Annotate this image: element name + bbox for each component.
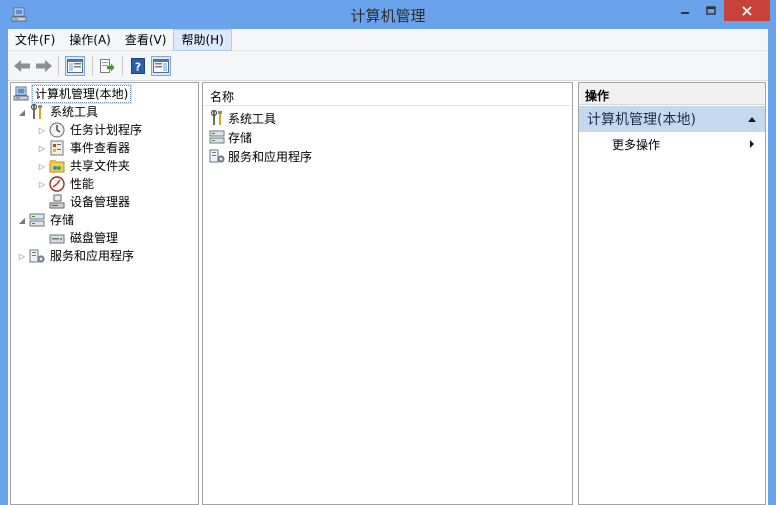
collapse-triangle-icon[interactable]: ◢: [17, 211, 27, 229]
menu-help[interactable]: 帮助(H): [173, 29, 232, 51]
list-item[interactable]: 服务和应用程序: [209, 147, 312, 165]
list-item-label: 存储: [228, 130, 253, 145]
tree-label: 系统工具: [50, 105, 99, 119]
tree-item-root[interactable]: 计算机管理(本地): [13, 84, 133, 104]
help-button[interactable]: ?: [128, 56, 148, 76]
back-button[interactable]: [12, 56, 32, 76]
action-pane-icon: [153, 59, 169, 73]
expand-triangle-icon[interactable]: ▷: [37, 121, 47, 139]
expand-triangle-icon[interactable]: ▷: [37, 175, 47, 193]
maximize-icon: [706, 5, 716, 15]
tree-item-event-viewer[interactable]: ▷ 事件查看器: [37, 139, 132, 157]
expand-triangle-icon[interactable]: ▷: [17, 247, 27, 265]
show-hide-action-pane-button[interactable]: [151, 56, 171, 76]
show-hide-tree-button[interactable]: [65, 56, 85, 76]
submenu-arrow-icon: [750, 140, 754, 148]
tree-label: 磁盘管理: [70, 231, 119, 245]
list-item[interactable]: 存储: [209, 128, 252, 146]
forward-button[interactable]: [34, 56, 54, 76]
performance-icon: [49, 176, 65, 192]
expand-triangle-icon[interactable]: ▷: [37, 157, 47, 175]
device-manager-icon: [49, 194, 65, 210]
help-icon: ?: [131, 58, 145, 74]
expand-triangle-icon[interactable]: ▷: [37, 139, 47, 157]
actions-header: 操作: [579, 83, 765, 105]
event-viewer-icon: [49, 140, 65, 156]
tree-label: 共享文件夹: [70, 159, 131, 173]
computer-management-window: 计算机管理 文件(F) 操作(A) 查看(V) 帮助(H) ? 计算机管理(本地…: [0, 0, 776, 505]
services-icon: [209, 148, 225, 164]
toolbar-separator: [122, 56, 123, 76]
client-area: 文件(F) 操作(A) 查看(V) 帮助(H) ? 计算机管理(本地) ◢ 系统…: [8, 29, 768, 505]
collapse-up-icon: [748, 117, 756, 122]
toolbar-separator: [58, 56, 59, 76]
maximize-button[interactable]: [698, 0, 724, 21]
tree-item-shared-folders[interactable]: ▷ 共享文件夹: [37, 157, 132, 175]
tree-item-device-manager[interactable]: 设备管理器: [47, 193, 132, 211]
tree-item-performance[interactable]: ▷ 性能: [37, 175, 96, 193]
tree-label: 任务计划程序: [70, 123, 143, 137]
content-list[interactable]: 名称 系统工具 存储 服务和应用程序: [202, 82, 573, 505]
tree-label: 存储: [50, 213, 75, 227]
menu-file[interactable]: 文件(F): [8, 29, 62, 51]
more-actions-label: 更多操作: [612, 137, 661, 152]
tree-label: 设备管理器: [70, 195, 131, 209]
toolbar: ?: [8, 51, 768, 81]
storage-icon: [29, 212, 45, 228]
tree-item-storage[interactable]: ◢ 存储: [17, 211, 76, 229]
column-header-name[interactable]: 名称: [203, 83, 572, 106]
list-item-label: 系统工具: [228, 111, 277, 126]
computer-management-icon: [13, 86, 29, 102]
export-list-button[interactable]: [97, 56, 117, 76]
tools-icon: [209, 109, 225, 126]
minimize-button[interactable]: [672, 0, 698, 21]
minimize-icon: [681, 11, 689, 14]
storage-icon: [209, 129, 225, 145]
toolbar-separator: [92, 56, 93, 76]
shared-folder-icon: [49, 158, 65, 174]
close-icon: [742, 5, 752, 16]
tree-item-services-apps[interactable]: ▷ 服务和应用程序: [17, 247, 136, 265]
back-icon: [14, 60, 30, 72]
disk-icon: [49, 230, 65, 246]
actions-pane: 操作 计算机管理(本地) 更多操作: [578, 82, 766, 505]
menu-bar: 文件(F) 操作(A) 查看(V) 帮助(H): [8, 29, 768, 51]
navigation-tree[interactable]: 计算机管理(本地) ◢ 系统工具 ▷ 任务计划程序 ▷ 事件查看器 ▷ 共享文件…: [10, 82, 199, 505]
list-item[interactable]: 系统工具: [209, 109, 276, 127]
window-title: 计算机管理: [350, 7, 426, 25]
title-bar[interactable]: 计算机管理: [0, 0, 776, 29]
tree-label: 事件查看器: [70, 141, 131, 155]
tools-icon: [29, 103, 45, 120]
list-item-label: 服务和应用程序: [228, 149, 313, 164]
svg-text:?: ?: [135, 61, 141, 74]
tree-label: 服务和应用程序: [50, 249, 135, 263]
tree-item-task-scheduler[interactable]: ▷ 任务计划程序: [37, 121, 144, 139]
tree-label: 性能: [70, 177, 95, 191]
more-actions-item[interactable]: 更多操作: [579, 135, 765, 153]
close-button[interactable]: [724, 0, 770, 21]
collapse-triangle-icon[interactable]: ◢: [17, 103, 27, 121]
export-list-icon: [100, 59, 115, 73]
actions-section-computer-management[interactable]: 计算机管理(本地): [579, 106, 765, 132]
services-icon: [29, 248, 45, 264]
forward-icon: [36, 60, 52, 72]
tree-label: 计算机管理(本地): [30, 84, 133, 104]
actions-section-label: 计算机管理(本地): [587, 112, 696, 128]
tree-item-disk-management[interactable]: 磁盘管理: [47, 229, 120, 247]
clock-icon: [49, 122, 65, 138]
tree-item-system-tools[interactable]: ◢ 系统工具: [17, 103, 100, 121]
column-header-label: 名称: [210, 90, 235, 104]
menu-view[interactable]: 查看(V): [118, 29, 174, 51]
show-hide-tree-icon: [67, 59, 83, 73]
menu-action[interactable]: 操作(A): [62, 29, 118, 51]
